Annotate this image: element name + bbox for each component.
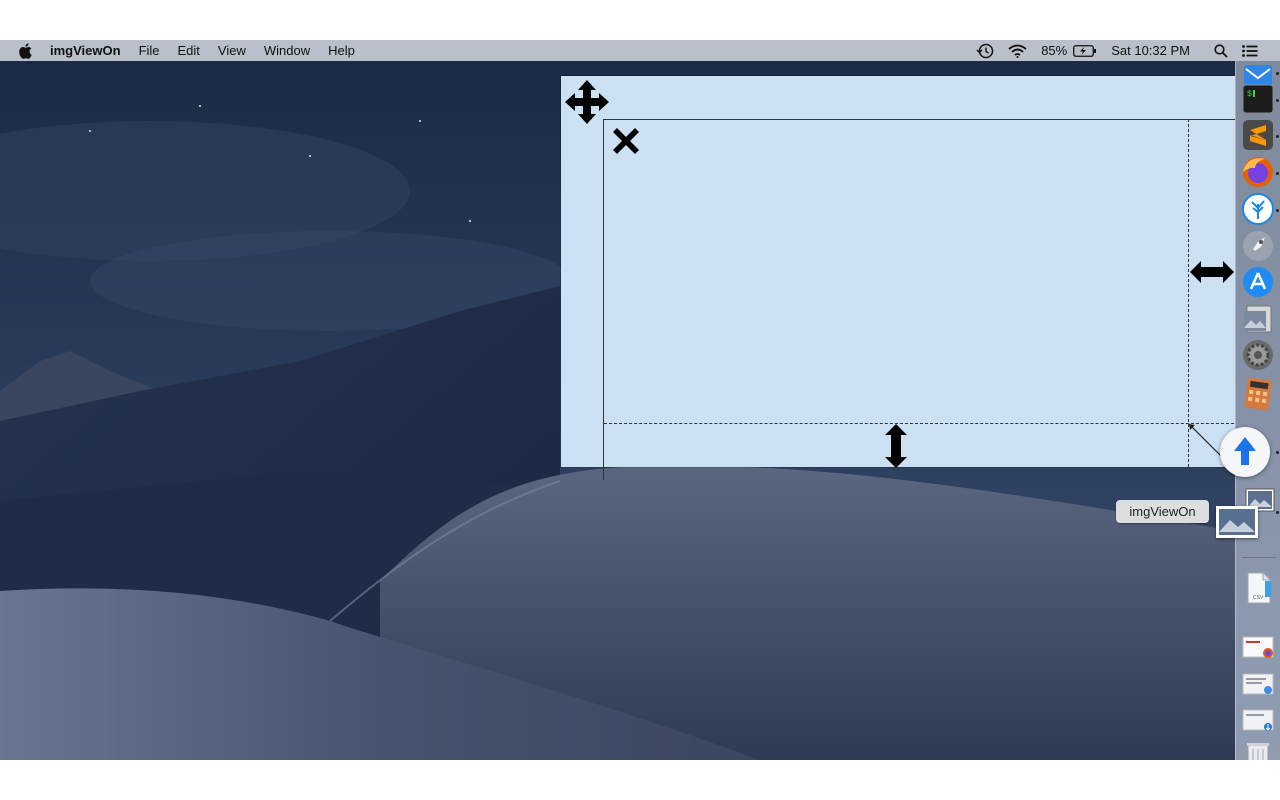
wifi-icon[interactable] — [1008, 44, 1027, 58]
dock: $ CSV — [1235, 61, 1280, 760]
close-icon[interactable] — [610, 125, 642, 157]
imgviewon-window[interactable] — [561, 76, 1244, 480]
svg-text:$: $ — [1247, 90, 1252, 99]
running-indicator — [1276, 135, 1279, 138]
launchpad-icon[interactable] — [1241, 229, 1275, 263]
apple-icon[interactable] — [18, 42, 32, 59]
menu-bar: imgViewOn File Edit View Window Help 85%… — [0, 40, 1280, 61]
screen: imgViewOn File Edit View Window Help 85%… — [0, 40, 1280, 760]
resize-vertical-icon[interactable] — [883, 423, 909, 469]
menu-window[interactable]: Window — [264, 43, 310, 58]
notification-center-icon[interactable] — [1242, 44, 1258, 57]
resize-horizontal-icon[interactable] — [1189, 259, 1235, 285]
dragged-image-thumbnail[interactable] — [1216, 506, 1258, 538]
preview-icon[interactable] — [1241, 302, 1275, 336]
firefox-document-icon[interactable] — [1241, 631, 1275, 665]
menu-app-name[interactable]: imgViewOn — [50, 43, 121, 58]
svg-text:CSV: CSV — [1253, 595, 1264, 601]
image-frame — [603, 119, 1244, 480]
menu-help[interactable]: Help — [328, 43, 355, 58]
spotlight-search-icon[interactable] — [1214, 43, 1228, 58]
running-indicator — [1276, 172, 1279, 175]
firefox-icon[interactable] — [1241, 155, 1275, 189]
move-icon[interactable] — [564, 79, 610, 125]
right-edge-guide — [1188, 119, 1189, 467]
csv-file-icon[interactable]: CSV — [1241, 571, 1275, 605]
status-area: 85% Sat 10:32 PM — [976, 40, 1280, 61]
menu-view[interactable]: View — [218, 43, 246, 58]
image-document-icon[interactable] — [1241, 704, 1275, 738]
dock-separator — [1242, 557, 1276, 558]
image-thumbnail-icon — [1219, 509, 1255, 535]
running-indicator — [1276, 72, 1279, 75]
vscode-icon[interactable] — [1241, 192, 1275, 226]
sublime-text-icon[interactable] — [1241, 118, 1275, 152]
battery-charging-icon[interactable] — [1073, 44, 1097, 57]
system-preferences-icon[interactable] — [1241, 338, 1275, 372]
running-indicator — [1276, 511, 1279, 514]
menu-file[interactable]: File — [139, 43, 160, 58]
time-machine-icon[interactable] — [976, 43, 994, 59]
running-indicator — [1276, 99, 1279, 102]
battery-percent[interactable]: 85% — [1041, 43, 1067, 58]
trash-icon[interactable] — [1241, 739, 1275, 760]
dock-tooltip: imgViewOn — [1116, 500, 1209, 523]
clock[interactable]: Sat 10:32 PM — [1111, 43, 1190, 58]
calculator-icon[interactable] — [1241, 377, 1275, 411]
app-store-icon[interactable] — [1241, 265, 1275, 299]
up-arrow-icon — [1234, 437, 1256, 465]
running-indicator — [1276, 209, 1279, 212]
upload-arrow-badge[interactable] — [1220, 427, 1270, 477]
bottom-edge-guide — [604, 423, 1244, 424]
menu-edit[interactable]: Edit — [178, 43, 200, 58]
terminal-icon[interactable]: $ — [1241, 82, 1275, 116]
screenshot-document-icon[interactable] — [1241, 668, 1275, 702]
running-indicator — [1276, 451, 1279, 454]
